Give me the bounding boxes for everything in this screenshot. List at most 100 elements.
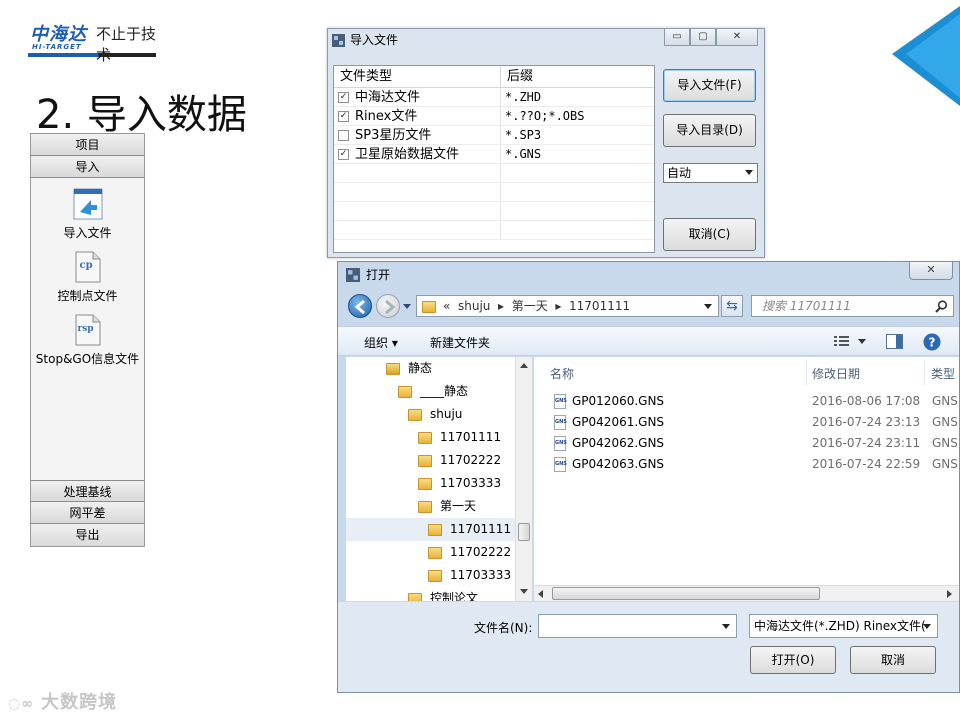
back-button[interactable] bbox=[348, 294, 372, 318]
view-options-icon[interactable] bbox=[834, 335, 850, 348]
folder-icon bbox=[428, 546, 442, 559]
tree-item[interactable]: 11703333 bbox=[346, 564, 530, 587]
nav-item-control-point-file[interactable]: cp 控制点文件 bbox=[31, 251, 144, 304]
list-item[interactable]: ✓ 中海达文件 *.ZHD bbox=[334, 88, 654, 107]
new-folder-button[interactable]: 新建文件夹 bbox=[430, 334, 490, 351]
breadcrumb-item[interactable]: 11701111 bbox=[569, 299, 630, 313]
checkbox[interactable]: ✓ bbox=[338, 110, 349, 122]
scroll-left-icon[interactable] bbox=[538, 590, 544, 598]
refresh-button[interactable]: ⇆ bbox=[721, 295, 743, 317]
nav-item-stopgo-file[interactable]: rsp Stop&GO信息文件 bbox=[31, 314, 144, 367]
import-file-button[interactable]: 导入文件(F) bbox=[663, 69, 756, 102]
breadcrumb-separator[interactable]: ▸ bbox=[555, 299, 561, 313]
file-row[interactable]: GNS GP042061.GNS 2016-07-24 23:13 GNS bbox=[534, 412, 959, 433]
close-icon[interactable]: ✕ bbox=[716, 29, 758, 46]
import-directory-button[interactable]: 导入目录(D) bbox=[663, 114, 756, 147]
file-date: 2016-07-24 23:13 bbox=[812, 415, 921, 429]
dialog-titlebar: 导入文件 ▭ ▢ ✕ bbox=[328, 29, 764, 51]
tree-scrollbar[interactable] bbox=[515, 357, 532, 601]
column-header-date[interactable]: 修改日期 bbox=[812, 365, 860, 382]
list-item[interactable]: SP3星历文件 *.SP3 bbox=[334, 126, 654, 145]
forward-button[interactable] bbox=[376, 294, 400, 318]
column-header-type[interactable]: 类型 bbox=[931, 365, 955, 382]
file-row[interactable]: GNS GP042062.GNS 2016-07-24 23:11 GNS bbox=[534, 433, 959, 454]
folder-icon bbox=[428, 569, 442, 582]
nav-header-process-baseline[interactable]: 处理基线 bbox=[31, 480, 144, 502]
checkbox[interactable]: ✓ bbox=[338, 91, 349, 103]
tree-item-label: 静态 bbox=[408, 361, 433, 375]
tree-item[interactable]: 11702222 bbox=[346, 449, 530, 472]
watermark: ◌∞ 大数跨境 bbox=[8, 688, 117, 714]
breadcrumb-item[interactable]: 第一天 bbox=[512, 299, 548, 313]
breadcrumb-separator[interactable]: ▸ bbox=[498, 299, 504, 313]
file-row[interactable]: GNS GP012060.GNS 2016-08-06 17:08 GNS bbox=[534, 391, 959, 412]
organize-button[interactable]: 组织 ▾ bbox=[364, 334, 398, 351]
filename-input[interactable] bbox=[538, 614, 737, 638]
tree-item-label: 11703333 bbox=[440, 476, 502, 490]
list-item[interactable]: ✓ Rinex文件 *.??O;*.OBS bbox=[334, 107, 654, 126]
file-suffix: *.??O;*.OBS bbox=[505, 109, 585, 123]
breadcrumb-overflow[interactable]: « bbox=[443, 299, 450, 313]
nav-header-network-adjust[interactable]: 网平差 bbox=[31, 502, 144, 524]
breadcrumb-item[interactable]: shuju bbox=[458, 299, 490, 313]
import-file-dialog: 导入文件 ▭ ▢ ✕ 文件类型 后缀 ✓ 中海达文件 *.ZHD ✓ Rinex文件… bbox=[327, 28, 765, 258]
tree-item[interactable]: 静态 bbox=[346, 357, 530, 380]
tree-item[interactable]: 控制论文 bbox=[346, 587, 530, 601]
address-bar[interactable]: « shuju ▸ 第一天 ▸ 11701111 bbox=[416, 295, 719, 317]
import-nav-panel: 项目 导入 导入文件 cp 控制点文件 rsp Stop&GO信息文件 处理基线… bbox=[30, 133, 145, 547]
maximize-icon[interactable]: ▢ bbox=[690, 29, 716, 46]
file-suffix: *.SP3 bbox=[505, 128, 542, 142]
tree-item[interactable]: ____静态 bbox=[346, 380, 530, 403]
column-divider bbox=[924, 359, 925, 385]
filename-label: 文件名(N): bbox=[474, 621, 533, 635]
nav-header-export[interactable]: 导出 bbox=[31, 524, 144, 546]
column-header-name[interactable]: 名称 bbox=[550, 365, 574, 382]
dialog-title: 打开 bbox=[366, 268, 391, 282]
nav-item-label: 导入文件 bbox=[63, 226, 112, 240]
file-type-label: Rinex文件 bbox=[355, 108, 418, 124]
cancel-button[interactable]: 取消(C) bbox=[663, 218, 756, 251]
tree-item[interactable]: 第一天 bbox=[346, 495, 530, 518]
view-chevron-down-icon[interactable] bbox=[858, 339, 866, 344]
nav-header-import[interactable]: 导入 bbox=[31, 156, 144, 178]
folder-icon bbox=[418, 477, 432, 490]
tree-item[interactable]: 11702222 bbox=[346, 541, 530, 564]
nav-header-project[interactable]: 项目 bbox=[31, 134, 144, 156]
hi-target-logo: 中海达 HI-TARGET 不止于技术 bbox=[28, 18, 158, 64]
file-type-label: SP3星历文件 bbox=[355, 127, 432, 143]
mode-select-value: 自动 bbox=[667, 166, 692, 180]
open-button[interactable]: 打开(O) bbox=[750, 646, 836, 674]
tree-item-selected[interactable]: 11701111 bbox=[346, 518, 530, 541]
horizontal-scroll-thumb[interactable] bbox=[552, 587, 820, 600]
close-icon[interactable]: ✕ bbox=[909, 262, 953, 280]
empty-row bbox=[334, 183, 654, 202]
tree-scroll-thumb[interactable] bbox=[518, 523, 530, 541]
mode-select[interactable]: 自动 bbox=[663, 163, 758, 183]
chevron-down-icon[interactable] bbox=[704, 304, 712, 309]
preview-pane-icon[interactable] bbox=[886, 334, 903, 349]
scroll-right-icon[interactable] bbox=[947, 590, 953, 598]
slide-title: 2. 导入数据 bbox=[36, 92, 247, 138]
checkbox[interactable] bbox=[338, 129, 349, 141]
scroll-up-icon[interactable] bbox=[520, 363, 528, 369]
horizontal-scrollbar[interactable] bbox=[534, 585, 959, 601]
import-file-icon bbox=[73, 188, 103, 222]
checkbox[interactable]: ✓ bbox=[338, 148, 349, 160]
help-icon[interactable]: ? bbox=[923, 333, 941, 351]
search-input[interactable]: 搜索 11701111 bbox=[751, 295, 954, 317]
file-row[interactable]: GNS GP042063.GNS 2016-07-24 22:59 GNS bbox=[534, 454, 959, 475]
file-type-label: 卫星原始数据文件 bbox=[355, 146, 460, 162]
tree-item[interactable]: 11703333 bbox=[346, 472, 530, 495]
list-item[interactable]: ✓ 卫星原始数据文件 *.GNS bbox=[334, 145, 654, 164]
file-type-filter[interactable]: 中海达文件(*.ZHD) Rinex文件( bbox=[749, 614, 938, 638]
cancel-button[interactable]: 取消 bbox=[850, 646, 936, 674]
tree-item[interactable]: 11701111 bbox=[346, 426, 530, 449]
svg-text:?: ? bbox=[929, 336, 936, 350]
tree-item[interactable]: shuju bbox=[346, 403, 530, 426]
column-header-type[interactable]: 文件类型 bbox=[334, 66, 501, 87]
nav-item-import-file[interactable]: 导入文件 bbox=[31, 188, 144, 241]
column-header-suffix[interactable]: 后缀 bbox=[501, 66, 533, 87]
scroll-down-icon[interactable] bbox=[520, 589, 528, 595]
recent-locations-chevron-icon[interactable] bbox=[403, 304, 411, 310]
minimize-icon[interactable]: ▭ bbox=[664, 29, 690, 46]
